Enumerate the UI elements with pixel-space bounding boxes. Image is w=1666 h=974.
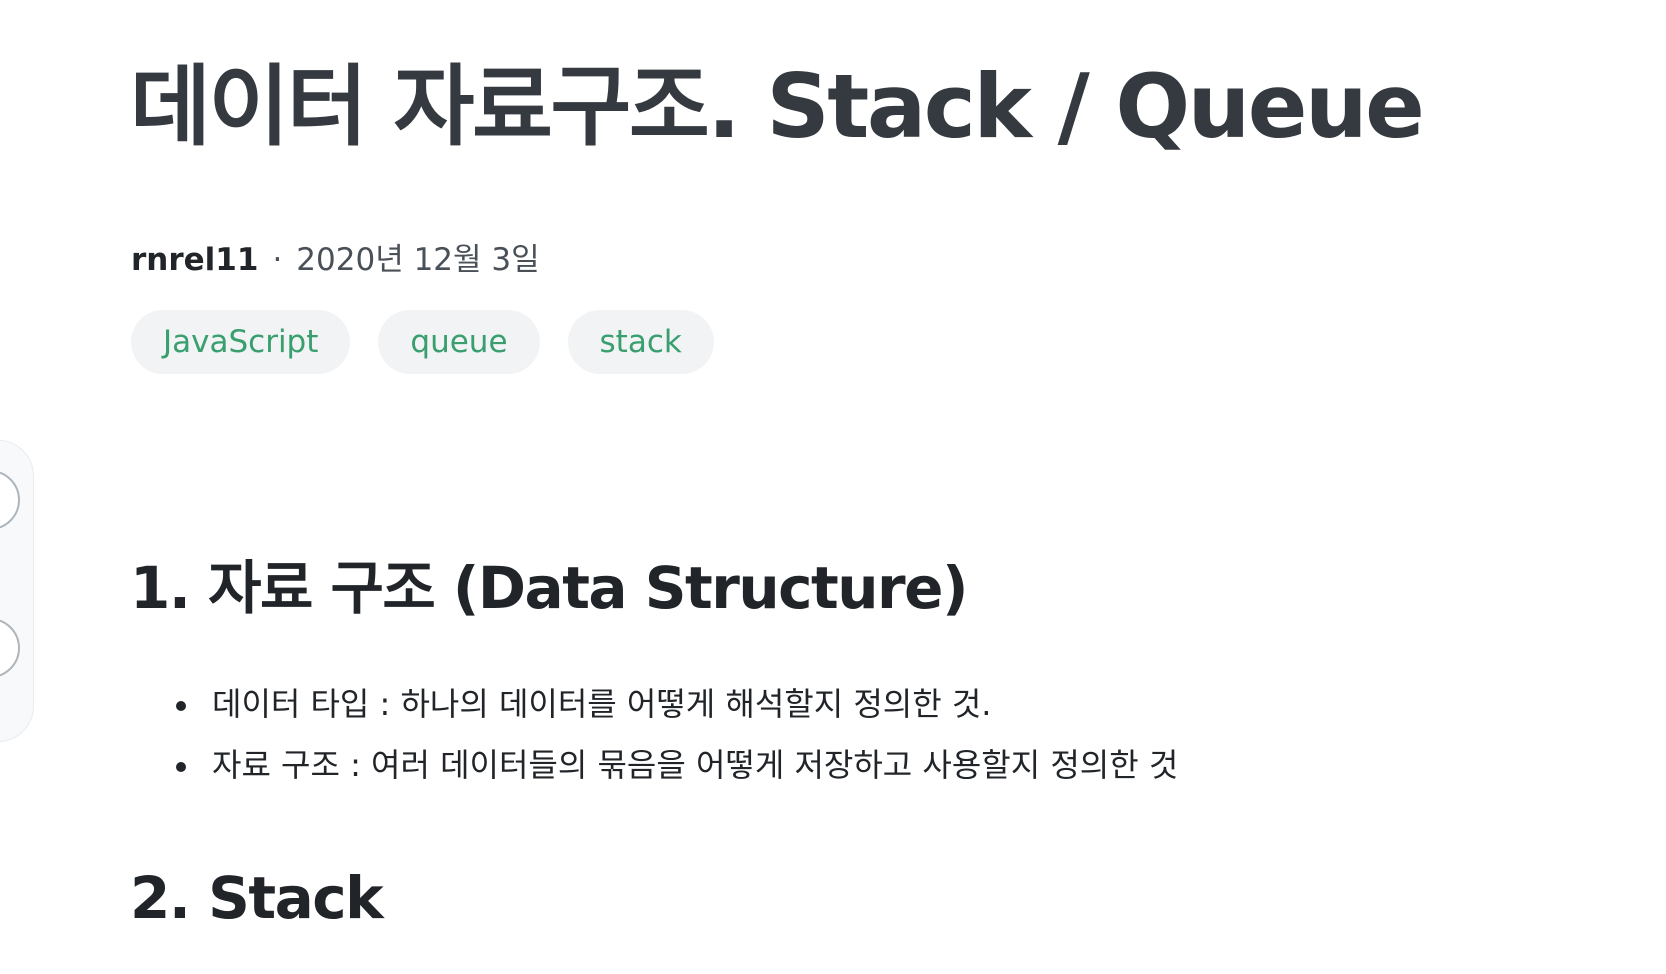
tag-queue[interactable]: queue <box>378 310 540 374</box>
list-item-text: 자료 구조 : 여러 데이터들의 묶음을 어떻게 저장하고 사용할지 정의한 것 <box>212 746 1179 784</box>
bullet-icon <box>176 701 186 711</box>
post-date: 2020년 12월 3일 <box>296 242 540 278</box>
section-heading-data-structure: 1. 자료 구조 (Data Structure) <box>130 554 969 622</box>
tag-javascript[interactable]: JavaScript <box>131 310 351 374</box>
meta-separator: · <box>272 242 283 278</box>
post-page: 데이터 자료구조. Stack / Queue rnrel11 · 2020년 12… <box>0 0 1666 974</box>
post-meta: rnrel11 · 2020년 12월 3일 <box>131 240 540 280</box>
list-item: 자료 구조 : 여러 데이터들의 묶음을 어떻게 저장하고 사용할지 정의한 것 <box>172 735 1178 796</box>
bullet-icon <box>176 762 186 772</box>
author-name[interactable]: rnrel11 <box>131 242 258 278</box>
section-heading-stack: 2. Stack <box>130 864 384 932</box>
post-title: 데이터 자료구조. Stack / Queue <box>130 55 1425 158</box>
list-item-text: 데이터 타입 : 하나의 데이터를 어떻게 해석할지 정의한 것. <box>212 685 992 723</box>
tag-stack[interactable]: stack <box>567 310 714 374</box>
list-item: 데이터 타입 : 하나의 데이터를 어떻게 해석할지 정의한 것. <box>172 674 1178 735</box>
bullet-list: 데이터 타입 : 하나의 데이터를 어떻게 해석할지 정의한 것. 자료 구조 … <box>172 674 1178 796</box>
tag-list: JavaScript queue stack <box>131 310 714 374</box>
